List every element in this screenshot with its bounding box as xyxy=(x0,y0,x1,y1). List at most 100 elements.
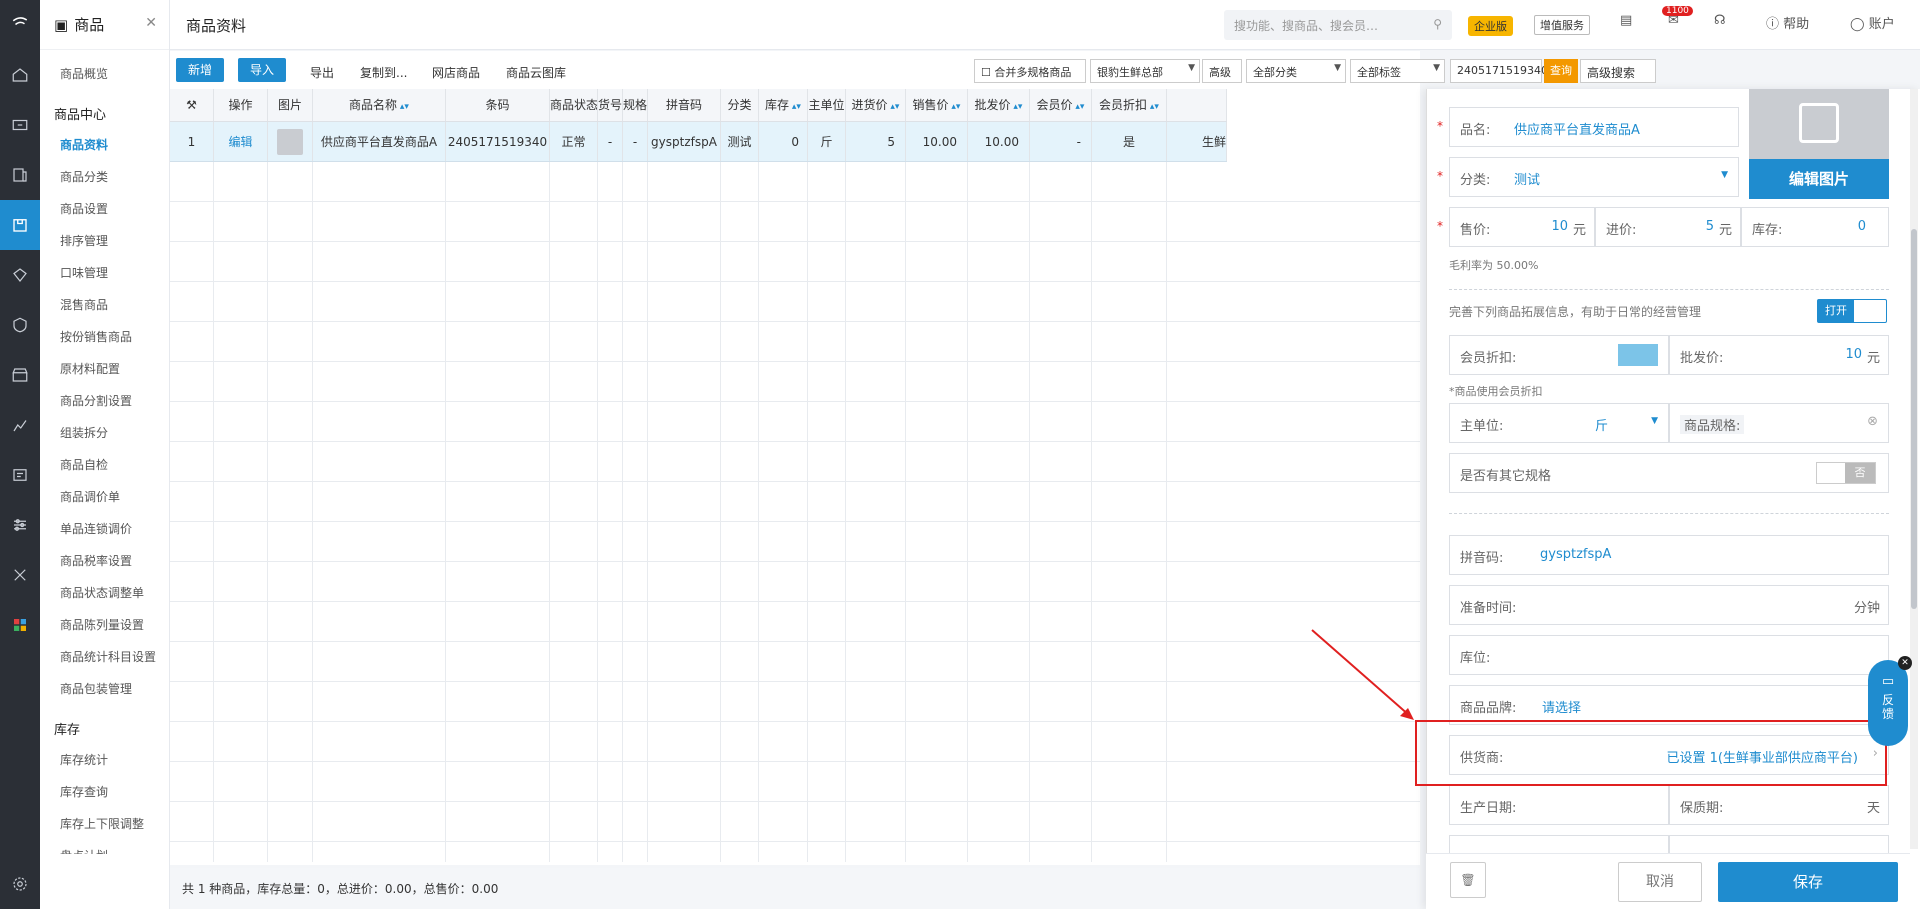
edit-link[interactable]: 编辑 xyxy=(214,122,268,161)
close-icon[interactable]: ✕ xyxy=(145,15,157,31)
nav-item-overview[interactable]: 商品概览 xyxy=(40,58,169,90)
member-icon[interactable] xyxy=(0,250,40,300)
import-button[interactable]: 导入 xyxy=(238,58,287,82)
nav-item[interactable]: 排序管理 xyxy=(40,225,169,257)
trash-icon[interactable]: 🗑 xyxy=(1450,862,1486,898)
nav-item[interactable]: 商品调价单 xyxy=(40,481,169,513)
scrollbar-thumb[interactable] xyxy=(1911,229,1917,609)
brand-select[interactable]: 商品品牌: 请选择 xyxy=(1449,685,1889,725)
online-store-button[interactable]: 网店商品 xyxy=(432,64,480,81)
barcode-search-input[interactable]: 2405171519340 xyxy=(1450,59,1548,83)
nav-item[interactable]: 商品统计科目设置 xyxy=(40,641,169,673)
column-header-label: 会员价 xyxy=(1036,98,1073,112)
category-select[interactable]: 分类: 测试 ▼ xyxy=(1449,157,1739,197)
stock-field[interactable]: 库存: 0 xyxy=(1741,207,1889,247)
apps-icon[interactable] xyxy=(0,600,40,650)
production-date-field[interactable]: 生产日期: xyxy=(1449,785,1669,825)
column-header[interactable]: 销售价 ▴▾ xyxy=(906,89,968,121)
column-header[interactable]: 会员价 ▴▾ xyxy=(1030,89,1092,121)
store-select[interactable]: 银豹生鲜总部 ▼ xyxy=(1090,59,1200,83)
table-cell: 10.00 xyxy=(968,122,1030,161)
query-button[interactable]: 查询 xyxy=(1544,59,1578,83)
other-spec-toggle[interactable]: 否 xyxy=(1816,462,1876,484)
nav-item[interactable]: 库存上下限调整 xyxy=(40,808,169,840)
prep-time-field[interactable]: 准备时间: 分钟 xyxy=(1449,585,1889,625)
unit-select[interactable]: 主单位: 斤 ▼ xyxy=(1449,403,1669,443)
nav-item[interactable]: 商品分类 xyxy=(40,161,169,193)
store-icon[interactable] xyxy=(0,350,40,400)
home-icon[interactable] xyxy=(0,50,40,100)
column-header[interactable]: 进货价 ▴▾ xyxy=(846,89,906,121)
column-header[interactable]: 库存 ▴▾ xyxy=(759,89,808,121)
nav-item[interactable]: 盘点计划 xyxy=(40,840,169,854)
save-button[interactable]: 保存 xyxy=(1718,862,1898,902)
cloud-library-button[interactable]: 商品云图库 xyxy=(506,64,566,81)
search-icon[interactable]: ⚲ xyxy=(1433,17,1442,31)
nav-item[interactable]: 商品包装管理 xyxy=(40,673,169,705)
cost-field[interactable]: 进价: 5 元 xyxy=(1595,207,1741,247)
report-icon[interactable] xyxy=(0,400,40,450)
column-settings-icon[interactable]: ⚒ xyxy=(170,89,214,121)
nav-item[interactable]: 原材料配置 xyxy=(40,353,169,385)
nav-item[interactable]: 商品陈列量设置 xyxy=(40,609,169,641)
orders-icon[interactable] xyxy=(0,150,40,200)
product-image[interactable]: 编辑图片 xyxy=(1749,89,1889,199)
location-field[interactable]: 库位: xyxy=(1449,635,1889,675)
finance-icon[interactable] xyxy=(0,450,40,500)
value-service-button[interactable]: 增值服务 xyxy=(1534,15,1590,35)
nav-item[interactable]: 库存查询 xyxy=(40,776,169,808)
nav-item[interactable]: 商品状态调整单 xyxy=(40,577,169,609)
gear-icon[interactable] xyxy=(0,859,40,909)
nav-item[interactable]: 商品设置 xyxy=(40,193,169,225)
new-button[interactable]: 新增 xyxy=(176,58,225,82)
nav-item-product-info[interactable]: 商品资料 xyxy=(40,129,169,161)
pinyin-field[interactable]: 拼音码: gysptzfspA xyxy=(1449,535,1889,575)
clear-icon[interactable]: ⊗ xyxy=(1867,414,1878,429)
app-logo[interactable] xyxy=(0,0,40,46)
help-link[interactable]: ⓘ 帮助 xyxy=(1766,13,1809,32)
headset-icon[interactable]: ☊ xyxy=(1714,13,1726,28)
cashier-icon[interactable] xyxy=(0,100,40,150)
clipboard-icon[interactable]: ▤ xyxy=(1620,13,1632,28)
shelf-life-field[interactable]: 保质期: 天 xyxy=(1669,785,1889,825)
nav-item[interactable]: 商品分割设置 xyxy=(40,385,169,417)
nav-item[interactable]: 商品税率设置 xyxy=(40,545,169,577)
grid-line xyxy=(170,162,214,862)
nav-item[interactable]: 单品连锁调价 xyxy=(40,513,169,545)
edit-image-button[interactable]: 编辑图片 xyxy=(1749,159,1889,199)
marketing-icon[interactable] xyxy=(0,300,40,350)
merge-specs-checkbox[interactable]: ☐ 合并多规格商品 xyxy=(974,59,1086,83)
column-header[interactable]: 会员折扣 ▴▾ xyxy=(1092,89,1167,121)
spec-field[interactable]: 商品规格: ⊗ xyxy=(1669,403,1889,443)
nav-item[interactable]: 口味管理 xyxy=(40,257,169,289)
tag-select[interactable]: 全部标签 ▼ xyxy=(1350,59,1445,83)
feedback-button[interactable]: ✕ ▭ 反馈 xyxy=(1868,656,1912,746)
member-discount-toggle[interactable] xyxy=(1618,344,1658,366)
advanced-search-button[interactable]: 高级搜索 xyxy=(1580,59,1656,83)
nav-item[interactable]: 混售商品 xyxy=(40,289,169,321)
product-icon[interactable] xyxy=(0,200,40,250)
close-icon[interactable]: ✕ xyxy=(1898,656,1912,670)
category-select[interactable]: 全部分类 ▼ xyxy=(1246,59,1346,83)
column-header[interactable]: 批发价 ▴▾ xyxy=(968,89,1030,121)
price-field[interactable]: 售价: 10 元 xyxy=(1449,207,1595,247)
account-link[interactable]: ◯ 账户 xyxy=(1850,13,1895,32)
nav-item[interactable]: 库存统计 xyxy=(40,744,169,776)
copy-to-button[interactable]: 复制到... xyxy=(360,64,407,81)
search-input[interactable]: 搜功能、搜商品、搜会员… ⚲ xyxy=(1224,10,1452,40)
nav-item[interactable]: 按份销售商品 xyxy=(40,321,169,353)
name-field[interactable]: 品名: 供应商平台直发商品A xyxy=(1449,107,1739,147)
extend-toggle[interactable]: 打开 xyxy=(1817,299,1887,323)
enterprise-badge[interactable]: 企业版 xyxy=(1468,16,1513,36)
advanced-button[interactable]: 高级 xyxy=(1202,59,1242,83)
panel-scrollbar[interactable] xyxy=(1910,89,1918,849)
settings-sliders-icon[interactable] xyxy=(0,500,40,550)
nav-item[interactable]: 组装拆分 xyxy=(40,417,169,449)
table-row[interactable]: 1 编辑 供应商平台直发商品A 2405171519340 正常 - - gys… xyxy=(170,122,1227,162)
wholesale-field[interactable]: 批发价: 10 元 xyxy=(1669,335,1889,375)
nav-item[interactable]: 商品自检 xyxy=(40,449,169,481)
tools-icon[interactable] xyxy=(0,550,40,600)
cancel-button[interactable]: 取消 xyxy=(1618,862,1702,902)
export-button[interactable]: 导出 xyxy=(310,64,334,81)
column-header[interactable]: 商品名称 ▴▾ xyxy=(313,89,446,121)
